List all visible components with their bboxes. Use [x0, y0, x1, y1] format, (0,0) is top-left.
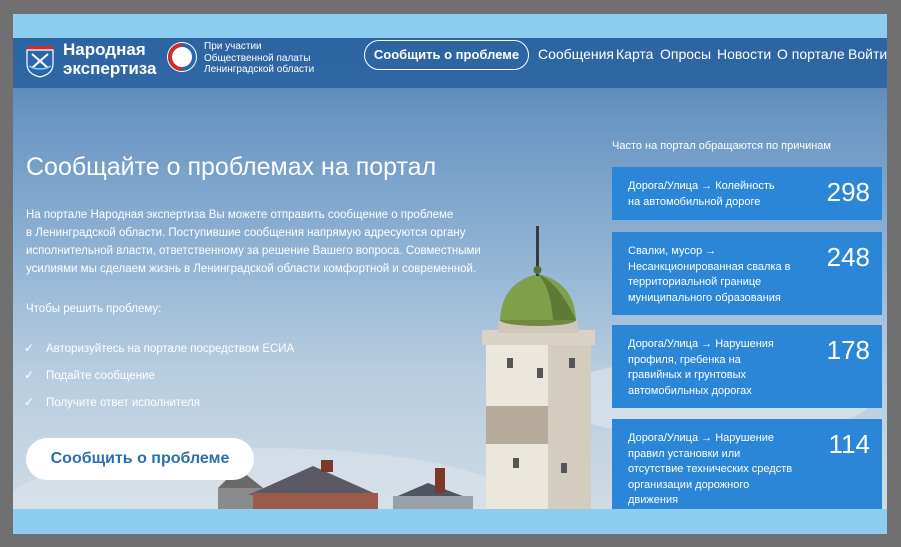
partner-caption: При участии Общественной палаты Ленингра… — [204, 41, 314, 76]
logo-line-1: Народная — [63, 40, 146, 59]
stat-card-line: движения — [628, 494, 679, 506]
hero-description: На портале Народная экспертиза Вы можете… — [26, 206, 486, 278]
browser-frame: Народная экспертиза При участии Обществе… — [13, 14, 887, 534]
stat-card-count: 178 — [826, 335, 870, 365]
nav-map[interactable]: Карта — [616, 46, 653, 62]
stat-card[interactable]: Дорога/Улица → Колейность на автомобильн… — [612, 167, 882, 220]
stat-card-line: автомобильных дорогах — [628, 384, 752, 397]
stat-card-line: Несанкционированная свалка в — [628, 260, 791, 273]
check-icon: ✓ — [24, 395, 35, 409]
stat-card[interactable]: Свалки, мусор → Несанкционированная свал… — [612, 232, 882, 315]
stat-card-text: Дорога/Улица → Нарушения профиля, гребен… — [628, 337, 808, 399]
nav-about[interactable]: О портале — [777, 46, 845, 62]
step-label: Авторизуйтесь на портале посредством ЕСИ… — [46, 343, 295, 355]
stat-card-line: Дорога/Улица → Колейность — [628, 180, 775, 192]
step-item: ✓ Авторизуйтесь на портале посредством ЕС… — [24, 341, 294, 355]
partner-line-3: Ленинградской области — [204, 64, 315, 75]
stat-card-count: 248 — [826, 242, 870, 272]
stats-title: Часто на портал обращаются по причинам — [612, 140, 831, 152]
nav-login[interactable]: Войти — [848, 46, 887, 62]
stat-card-count: 298 — [826, 177, 870, 207]
stat-card[interactable]: Дорога/Улица → Нарушения профиля, гребен… — [612, 325, 882, 408]
stat-card-line: гравийных и грунтовых — [628, 369, 746, 381]
stat-card-text: Свалки, мусор → Несанкционированная свал… — [628, 244, 808, 306]
stat-card-count: 114 — [828, 429, 870, 459]
header: Народная экспертиза При участии Обществе… — [13, 38, 887, 88]
partner-line-2: Общественной палаты — [204, 52, 311, 64]
stat-card-text: Дорога/Улица → Нарушение правил установк… — [628, 431, 808, 509]
stat-card[interactable]: Дорога/Улица → Нарушение правил установк… — [612, 419, 882, 509]
stat-card-line: организации дорожного — [628, 478, 750, 491]
public-chamber-logo-icon — [167, 42, 197, 72]
stat-card-line: отсутствие технических средств — [628, 463, 793, 475]
step-label: Получите ответ исполнителя — [46, 397, 200, 409]
stat-card-line: правил установки или — [628, 447, 741, 460]
hero-text-line: исполнительной власти, ответственному за… — [26, 245, 481, 257]
logo-line-2: экспертиза — [63, 59, 157, 78]
step-label: Подайте сообщение — [46, 370, 155, 382]
report-problem-button-header[interactable]: Сообщить о проблеме — [364, 40, 529, 70]
steps-title: Чтобы решить проблему: — [26, 303, 162, 315]
report-problem-button[interactable]: Сообщить о проблеме — [26, 438, 254, 480]
hero-title: Сообщайте о проблемах на портал — [26, 153, 437, 181]
stat-card-line: на автомобильной дороге — [628, 195, 761, 208]
site-logo[interactable]: Народная экспертиза — [63, 40, 156, 78]
partner-line-1: При участии — [204, 41, 262, 52]
step-item: ✓ Подайте сообщение — [24, 368, 155, 382]
stat-card-line: Свалки, мусор → — [628, 245, 717, 257]
check-icon: ✓ — [24, 368, 35, 382]
nav-news[interactable]: Новости — [717, 46, 771, 62]
coat-of-arms-icon[interactable] — [25, 42, 55, 78]
check-icon: ✓ — [24, 341, 35, 355]
stat-card-line: Дорога/Улица → Нарушение — [628, 432, 775, 444]
hero-text-line: в Ленинградской области. Поступившие соо… — [26, 227, 466, 239]
nav-messages[interactable]: Сообщения — [538, 46, 614, 62]
page: Народная экспертиза При участии Обществе… — [13, 38, 887, 509]
hero-text-line: На портале Народная экспертиза Вы можете… — [26, 209, 454, 221]
stat-card-line: профиля, гребенка на — [628, 353, 741, 366]
stat-card-text: Дорога/Улица → Колейность на автомобильн… — [628, 179, 808, 210]
stat-card-line: Дорога/Улица → Нарушения — [628, 338, 774, 350]
hero-text-line: усилиями мы сделаем жизнь в Ленинградско… — [26, 263, 477, 275]
stat-card-line: территориальной границе — [628, 276, 762, 288]
step-item: ✓ Получите ответ исполнителя — [24, 395, 200, 409]
nav-polls[interactable]: Опросы — [660, 46, 711, 62]
stat-card-line: муниципального образования — [628, 291, 781, 304]
